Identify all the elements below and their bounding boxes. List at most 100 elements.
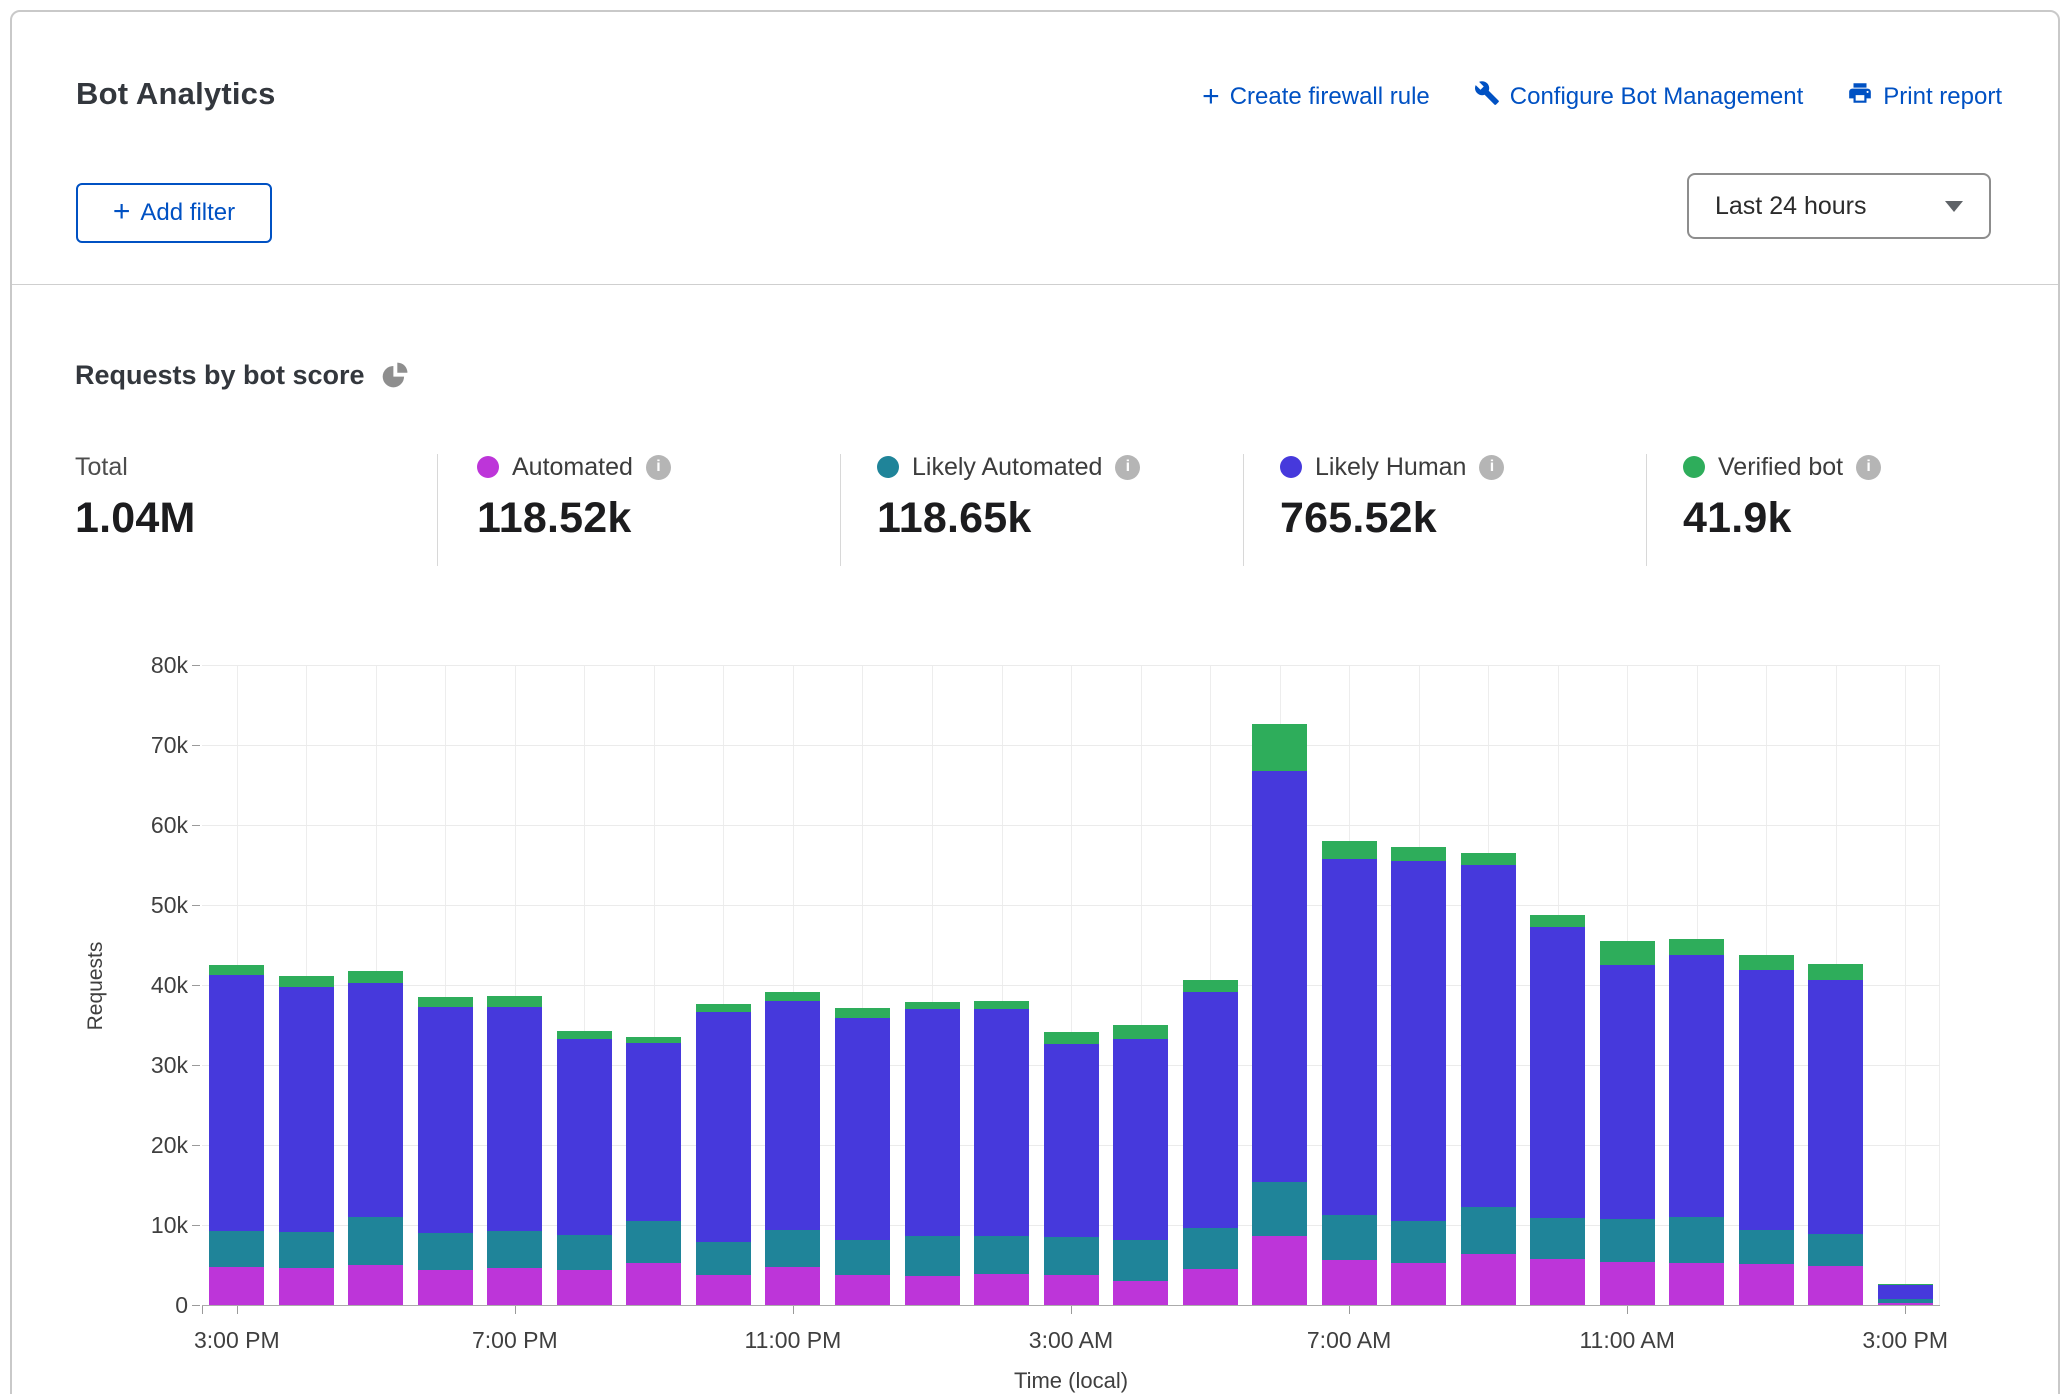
segment-automated (835, 1275, 890, 1305)
stat-value: 41.9k (1683, 494, 1881, 543)
y-axis-tick (192, 665, 200, 666)
segment-verified-bot (765, 992, 820, 1001)
bar-4-00-am[interactable] (1113, 1025, 1168, 1305)
segment-verified-bot (1669, 939, 1724, 955)
segment-verified-bot (1739, 955, 1794, 970)
x-axis-tick-label: 7:00 PM (435, 1327, 595, 1354)
segment-likely-automated (696, 1242, 751, 1276)
segment-likely-automated (209, 1231, 264, 1268)
segment-automated (279, 1268, 334, 1305)
bar-8-00-am[interactable] (1391, 847, 1446, 1305)
stat-label: Total (75, 453, 128, 482)
bar-6-00-pm[interactable] (418, 997, 473, 1305)
info-icon[interactable]: i (646, 455, 671, 480)
bar-12-00-pm[interactable] (1669, 939, 1724, 1305)
print-report-link[interactable]: Print report (1847, 80, 2002, 113)
segment-automated (1044, 1275, 1099, 1305)
stat-divider (1646, 454, 1647, 566)
bar-7-00-pm[interactable] (487, 996, 542, 1305)
bar-2-00-am[interactable] (974, 1001, 1029, 1305)
printer-icon (1847, 80, 1873, 113)
bar-11-00-pm[interactable] (765, 992, 820, 1305)
segment-likely-automated (1044, 1237, 1099, 1275)
page-title: Bot Analytics (76, 76, 276, 112)
header-actions: + Create firewall rule Configure Bot Man… (1202, 80, 2002, 113)
segment-likely-human (765, 1001, 820, 1230)
plus-icon: + (1202, 85, 1220, 109)
segment-verified-bot (1461, 853, 1516, 865)
stat-label-row: Verified boti (1683, 452, 1881, 482)
info-icon[interactable]: i (1856, 455, 1881, 480)
chevron-down-icon (1945, 201, 1963, 212)
segment-automated (905, 1276, 960, 1305)
segment-verified-bot (279, 976, 334, 987)
legend-dot (877, 456, 899, 478)
segment-verified-bot (1183, 980, 1238, 992)
x-axis-title: Time (local) (1014, 1368, 1128, 1394)
segment-automated (1878, 1303, 1933, 1305)
section-heading: Requests by bot score (75, 360, 408, 391)
segment-likely-human (1252, 771, 1307, 1182)
y-axis-tick-label: 60k (108, 812, 188, 838)
configure-bot-management-link[interactable]: Configure Bot Management (1474, 80, 1804, 113)
bar-10-00-pm[interactable] (696, 1004, 751, 1305)
y-axis-tick (192, 825, 200, 826)
segment-automated (1669, 1263, 1724, 1305)
time-range-select[interactable]: Last 24 hours (1687, 173, 1991, 239)
bar-12-00-am[interactable] (835, 1008, 890, 1305)
stat-divider (1243, 454, 1244, 566)
x-axis-tick-label: 11:00 PM (713, 1327, 873, 1354)
info-icon[interactable]: i (1115, 455, 1140, 480)
x-axis-tick-label: 7:00 AM (1269, 1327, 1429, 1354)
segment-likely-human (487, 1007, 542, 1230)
segment-likely-automated (1600, 1219, 1655, 1261)
segment-likely-automated (487, 1231, 542, 1269)
stats-row: Total1.04MAutomatedi118.52kLikely Automa… (0, 452, 2070, 570)
bar-11-00-am[interactable] (1600, 941, 1655, 1305)
stat-label: Likely Human (1315, 453, 1466, 482)
stat-divider (840, 454, 841, 566)
segment-likely-automated (557, 1235, 612, 1269)
bar-7-00-am[interactable] (1322, 841, 1377, 1305)
segment-likely-automated (1322, 1215, 1377, 1261)
y-axis-tick-label: 40k (108, 972, 188, 998)
add-filter-button[interactable]: + Add filter (76, 183, 272, 243)
y-axis-tick-label: 80k (108, 652, 188, 678)
stat-value: 118.52k (477, 494, 671, 543)
create-firewall-rule-link[interactable]: + Create firewall rule (1202, 83, 1430, 111)
bar-3-00-pm[interactable] (1878, 1284, 1933, 1305)
segment-likely-human (1669, 955, 1724, 1217)
stat-label-row: Automatedi (477, 452, 671, 482)
x-axis-tick (237, 1306, 238, 1314)
bar-5-00-am[interactable] (1183, 980, 1238, 1305)
bar-1-00-pm[interactable] (1739, 955, 1794, 1305)
bar-9-00-am[interactable] (1461, 853, 1516, 1305)
segment-automated (348, 1265, 403, 1305)
bar-1-00-am[interactable] (905, 1002, 960, 1305)
x-axis-tick (1349, 1306, 1350, 1314)
segment-verified-bot (835, 1008, 890, 1018)
horizontal-gridline (202, 905, 1940, 906)
y-axis-tick (192, 1145, 200, 1146)
segment-likely-human (905, 1009, 960, 1236)
segment-likely-human (626, 1043, 681, 1221)
segment-likely-human (557, 1039, 612, 1235)
bar-6-00-am[interactable] (1252, 724, 1307, 1305)
segment-verified-bot (487, 996, 542, 1007)
segment-likely-automated (835, 1240, 890, 1275)
segment-likely-automated (1252, 1182, 1307, 1236)
bar-5-00-pm[interactable] (348, 971, 403, 1305)
bar-3-00-pm[interactable] (209, 965, 264, 1305)
segment-likely-automated (1113, 1240, 1168, 1281)
x-axis-tick (793, 1306, 794, 1314)
bar-4-00-pm[interactable] (279, 976, 334, 1305)
bar-9-00-pm[interactable] (626, 1037, 681, 1305)
bar-10-00-am[interactable] (1530, 915, 1585, 1305)
info-icon[interactable]: i (1479, 455, 1504, 480)
segment-likely-automated (1530, 1218, 1585, 1260)
bar-8-00-pm[interactable] (557, 1031, 612, 1305)
add-filter-label: Add filter (140, 199, 235, 227)
segment-verified-bot (209, 965, 264, 975)
bar-2-00-pm[interactable] (1808, 964, 1863, 1305)
bar-3-00-am[interactable] (1044, 1032, 1099, 1305)
